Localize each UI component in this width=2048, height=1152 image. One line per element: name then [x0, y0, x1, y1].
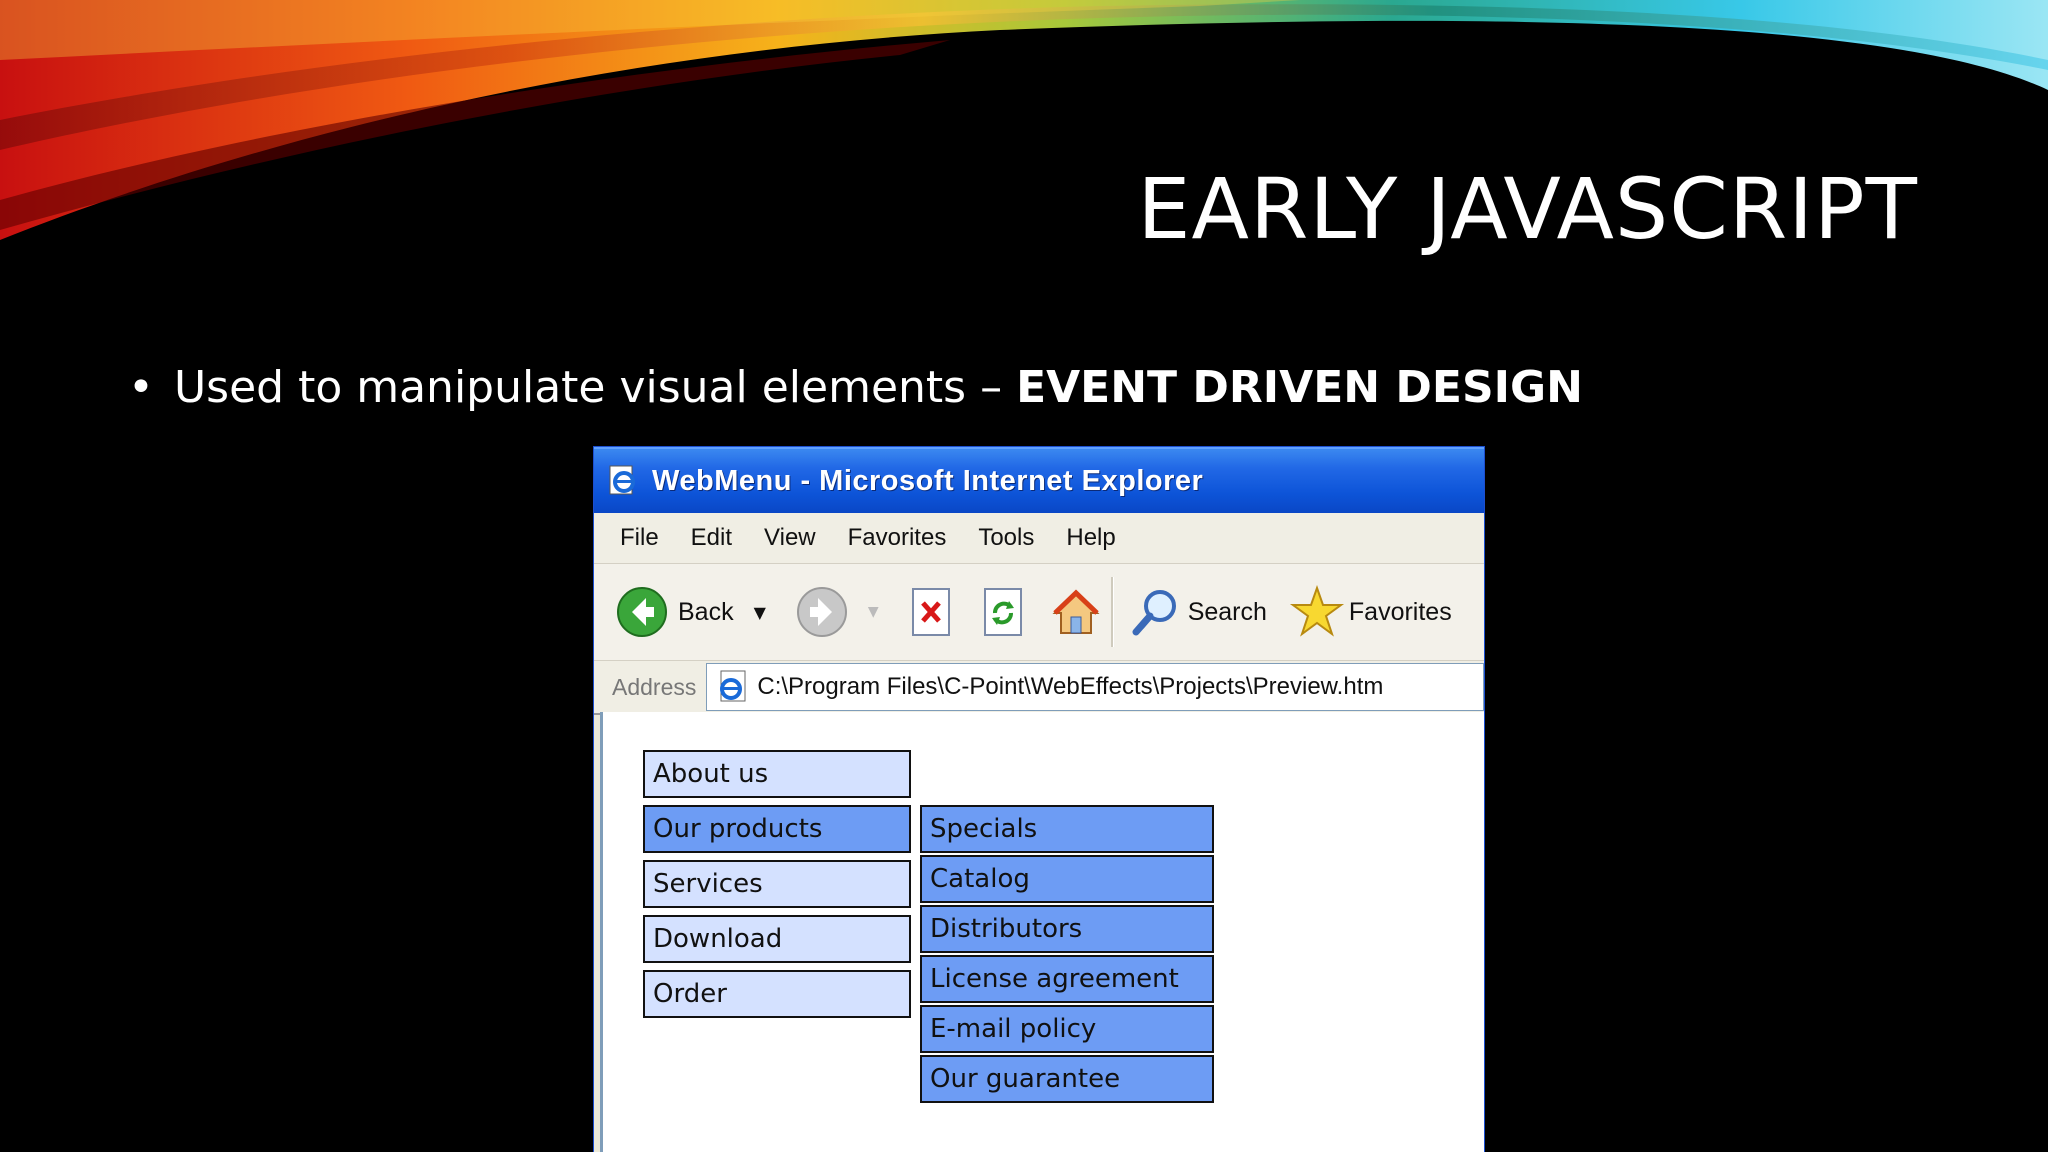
- refresh-icon: [983, 588, 1022, 636]
- submenu-item-our-guarantee[interactable]: Our guarantee: [920, 1055, 1214, 1103]
- browser-window-screenshot: WebMenu - Microsoft Internet Explorer Fi…: [594, 447, 1484, 1152]
- menu-item-order[interactable]: Order: [643, 970, 911, 1018]
- address-value: C:\Program Files\C-Point\WebEffects\Proj…: [757, 673, 1384, 700]
- toolbar-separator: [1110, 577, 1114, 647]
- menu-help[interactable]: Help: [1050, 524, 1131, 552]
- home-button[interactable]: [1049, 585, 1103, 639]
- bullet-point: • Used to manipulate visual elements – EV…: [128, 362, 1583, 413]
- star-icon: [1289, 584, 1344, 637]
- page-content: About us Our products Services Download …: [600, 712, 1484, 1152]
- submenu-item-email-policy[interactable]: E-mail policy: [920, 1005, 1214, 1053]
- menu-tools[interactable]: Tools: [962, 524, 1050, 552]
- back-label: Back: [678, 597, 734, 626]
- forward-arrow-icon: [796, 587, 847, 637]
- menu-item-download[interactable]: Download: [643, 915, 911, 963]
- bullet-text: Used to manipulate visual elements –: [173, 362, 1017, 413]
- menu-item-our-products[interactable]: Our products: [643, 805, 911, 853]
- favorites-label: Favorites: [1348, 597, 1452, 626]
- submenu-item-catalog[interactable]: Catalog: [920, 855, 1214, 903]
- toolbar: Back ▼ ▼ Search Favorites: [594, 564, 1484, 661]
- menu-bar: File Edit View Favorites Tools Help: [594, 513, 1484, 564]
- stop-button[interactable]: [909, 587, 955, 637]
- window-title: WebMenu - Microsoft Internet Explorer: [652, 464, 1204, 497]
- submenu-item-specials[interactable]: Specials: [920, 805, 1214, 853]
- submenu-item-license-agreement[interactable]: License agreement: [920, 955, 1214, 1003]
- submenu-item-distributors[interactable]: Distributors: [920, 905, 1214, 953]
- back-button[interactable]: Back ▼: [616, 586, 766, 638]
- back-arrow-icon: [617, 587, 667, 637]
- bullet-bold-text: EVENT DRIVEN DESIGN: [1016, 362, 1583, 413]
- refresh-button[interactable]: [981, 587, 1027, 637]
- forward-button[interactable]: ▼: [796, 586, 879, 638]
- forward-dropdown-icon[interactable]: ▼: [868, 604, 879, 620]
- title-bar: WebMenu - Microsoft Internet Explorer: [594, 447, 1484, 513]
- menu-item-about-us[interactable]: About us: [643, 750, 911, 798]
- menu-edit[interactable]: Edit: [675, 524, 748, 552]
- back-dropdown-icon[interactable]: ▼: [754, 603, 766, 622]
- address-input[interactable]: C:\Program Files\C-Point\WebEffects\Proj…: [706, 663, 1484, 711]
- ie-icon: [609, 465, 635, 495]
- menu-item-services[interactable]: Services: [643, 860, 911, 908]
- address-label: Address: [612, 673, 697, 700]
- menu-file[interactable]: File: [594, 524, 675, 552]
- search-label: Search: [1187, 597, 1267, 626]
- address-bar: Address C:\Program Files\C-Point\WebEffe…: [594, 661, 1484, 715]
- search-button[interactable]: Search: [1128, 584, 1267, 640]
- menu-favorites[interactable]: Favorites: [832, 524, 963, 552]
- home-icon: [1052, 589, 1100, 634]
- page-icon: [720, 670, 746, 702]
- menu-view[interactable]: View: [748, 524, 832, 552]
- slide-title: EARLY JAVASCRIPT: [1137, 160, 1918, 258]
- stop-icon: [911, 588, 950, 636]
- search-icon: [1132, 590, 1176, 636]
- favorites-button[interactable]: Favorites: [1289, 584, 1452, 640]
- bullet-dot: •: [128, 362, 154, 413]
